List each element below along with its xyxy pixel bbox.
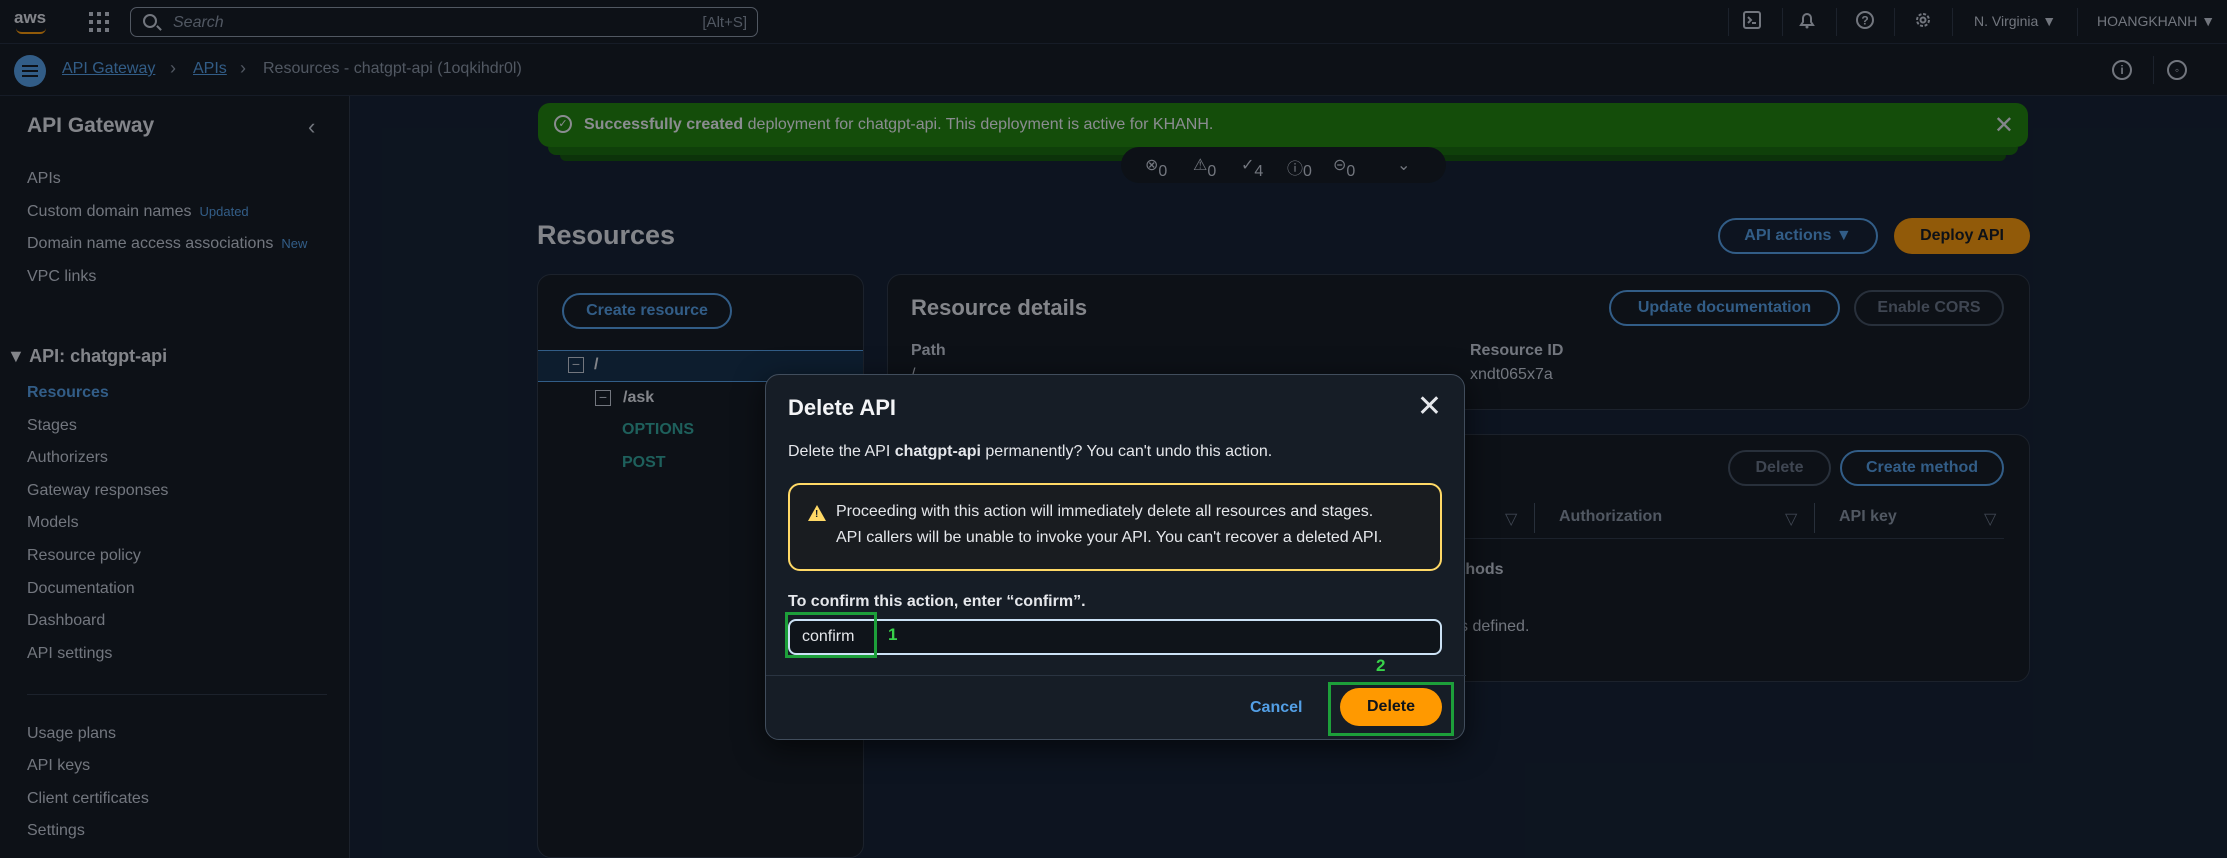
confirm-input[interactable]	[788, 619, 1442, 655]
highlight-delete-button	[1328, 682, 1454, 736]
warning-text-line2: API callers will be unable to invoke you…	[836, 529, 1383, 546]
step-number-2: 2	[1376, 656, 1386, 675]
warning-icon: !	[808, 505, 826, 521]
confirm-label: To confirm this action, enter “confirm”.	[788, 593, 1086, 610]
modal-description: Delete the API chatgpt-api permanently? …	[788, 443, 1273, 460]
warning-text-line1: Proceeding with this action will immedia…	[836, 503, 1374, 520]
divider	[766, 675, 1466, 676]
step-number-1: 1	[888, 625, 898, 644]
highlight-confirm-input	[785, 612, 877, 658]
warning-alert: ! Proceeding with this action will immed…	[788, 483, 1442, 571]
close-icon[interactable]: ✕	[1417, 389, 1442, 424]
cancel-button[interactable]: Cancel	[1250, 699, 1302, 717]
modal-title: Delete API	[788, 395, 897, 420]
